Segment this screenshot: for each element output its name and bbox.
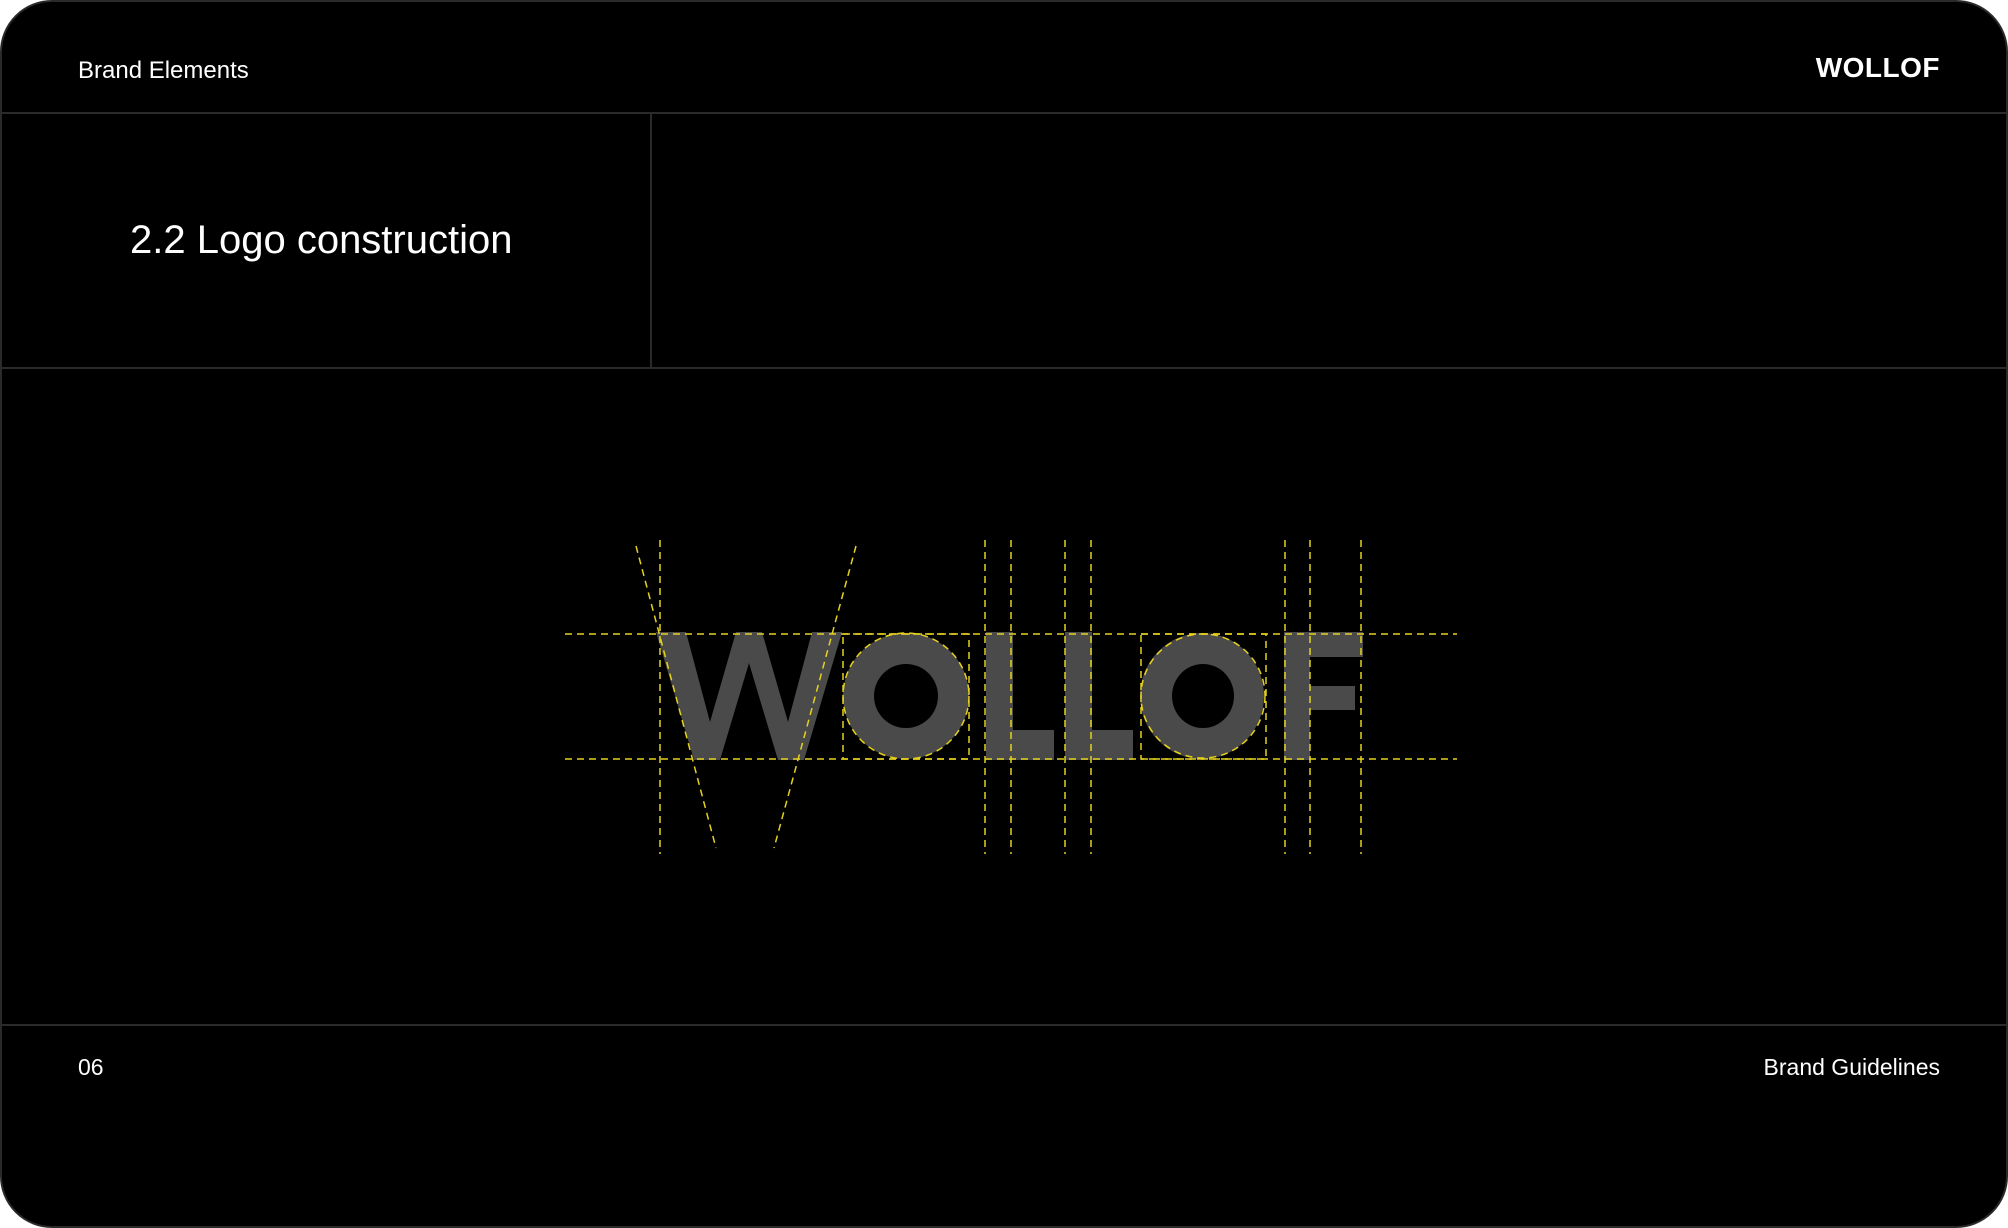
document-name: Brand Guidelines [1763,1054,1940,1080]
page-number: 06 [78,1054,104,1080]
logo-letter-w [656,632,842,760]
logo-letter-f [1284,632,1363,760]
diagonal-guide [635,545,717,849]
logo-construction-diagram [565,540,1457,854]
logo-letter-l [1065,632,1133,760]
logo-letter-l [986,632,1054,760]
brand-guidelines-slide: Brand Elements WOLLOF 2.2 Logo construct… [0,0,2008,1228]
wollof-wordmark [656,632,1363,760]
